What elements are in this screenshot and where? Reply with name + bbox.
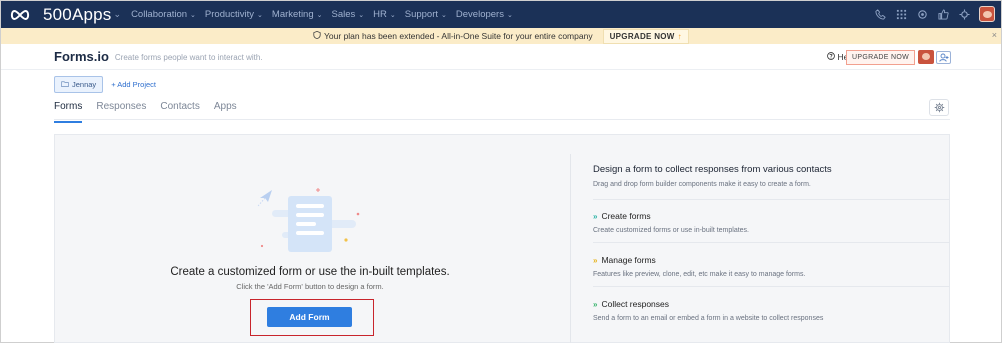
nav-menu: Collaboration ⌄ Productivity ⌄ Marketing ⌄ … [131,9,522,20]
nav-item-productivity[interactable]: Productivity ⌄ [205,9,263,20]
nav-item-sales[interactable]: Sales ⌄ [332,9,365,20]
gear-icon [934,102,944,113]
upgrade-label: UPGRADE NOW [609,31,675,41]
avatar [918,50,934,64]
add-project-link[interactable]: + Add Project [111,80,156,89]
brand-name[interactable]: 500Apps [43,5,112,25]
feature-collect-responses: » Collect responses Send a form to an ema… [593,299,823,322]
folder-icon [61,80,69,89]
nav-item-label: Collaboration [131,9,188,20]
settings-button[interactable] [929,99,949,116]
user-switch-icon [936,50,951,64]
tab-divider [54,119,950,120]
project-name: Jennay [72,80,97,89]
feature-title: Manage forms [601,255,656,265]
chevron-down-icon[interactable]: ⌄ [114,9,122,20]
top-nav: 500Apps ⌄ Collaboration ⌄ Productivity ⌄ M… [1,1,1001,28]
card-divider [570,154,571,343]
feature-manage-forms: » Manage forms Features like preview, clo… [593,255,805,278]
empty-state-subtitle: Click the 'Add Form' button to design a … [236,282,384,291]
nav-item-hr[interactable]: HR ⌄ [373,9,396,20]
infinity-logo-icon[interactable] [9,9,35,21]
nav-item-label: Developers [455,9,504,20]
chevron-down-icon: ⌄ [316,11,323,19]
user-menu[interactable] [918,50,951,64]
nav-right-icons [874,6,995,22]
nav-item-label: Marketing [271,9,314,20]
app-header: Forms.io Create forms people want to int… [1,44,1001,70]
thumbs-up-icon[interactable] [937,8,949,20]
gear-icon[interactable] [916,8,928,20]
nav-item-label: HR [373,9,387,20]
feature-desc: Send a form to an email or embed a form … [593,315,824,322]
settings-icon[interactable] [958,8,970,20]
chevron-down-icon: ⌄ [506,11,513,19]
project-row: Jennay + Add Project [54,76,156,93]
nav-item-label: Support [404,9,439,20]
chevron-down-icon: ⌄ [190,11,196,19]
banner-upgrade-button[interactable]: UPGRADE NOW ↑ [602,28,689,44]
page-title: Forms.io [54,49,109,64]
chevron-right-icon: » [593,255,598,265]
feature-divider [593,286,950,287]
arrow-up-icon: ↑ [677,31,682,41]
close-icon[interactable]: × [992,30,997,40]
nav-item-support[interactable]: Support ⌄ [405,9,447,20]
add-form-button[interactable]: Add Form [267,307,352,327]
nav-item-collaboration[interactable]: Collaboration ⌄ [131,9,196,20]
nav-item-marketing[interactable]: Marketing ⌄ [272,9,323,20]
feature-create-forms: » Create forms Create customized forms or… [593,211,749,234]
question-icon [826,52,835,62]
feature-divider [593,199,950,200]
feature-divider [593,242,950,243]
form-illustration-icon [257,188,360,252]
nav-item-developers[interactable]: Developers ⌄ [456,9,513,20]
shield-icon [313,30,321,41]
page-subtitle: Create forms people want to interact wit… [114,53,263,62]
nav-item-label: Sales [331,9,356,20]
info-subtitle: Drag and drop form builder components ma… [593,181,811,188]
chevron-down-icon: ⌄ [257,11,263,19]
upgrade-now-button[interactable]: UPGRADE NOW [846,50,915,65]
feature-desc: Create customized forms or use in-built … [593,227,750,234]
empty-state-title: Create a customized form or use the in-b… [170,266,450,278]
chevron-right-icon: » [593,299,598,309]
feature-desc: Features like preview, clone, edit, etc … [593,271,806,278]
info-title: Design a form to collect responses from … [593,164,832,175]
feature-title: Create forms [601,211,651,221]
plan-banner: Your plan has been extended - All-in-One… [1,28,1001,44]
nav-item-label: Productivity [204,9,255,20]
project-chip[interactable]: Jennay [54,76,104,93]
avatar[interactable] [979,6,995,22]
chevron-right-icon: » [593,211,598,221]
chevron-down-icon: ⌄ [358,11,365,19]
feature-title: Collect responses [601,299,670,309]
chevron-down-icon: ⌄ [441,11,447,19]
banner-message: Your plan has been extended - All-in-One… [324,31,593,41]
grid-icon[interactable] [895,8,907,20]
chevron-down-icon: ⌄ [389,11,396,19]
phone-icon[interactable] [874,8,886,20]
